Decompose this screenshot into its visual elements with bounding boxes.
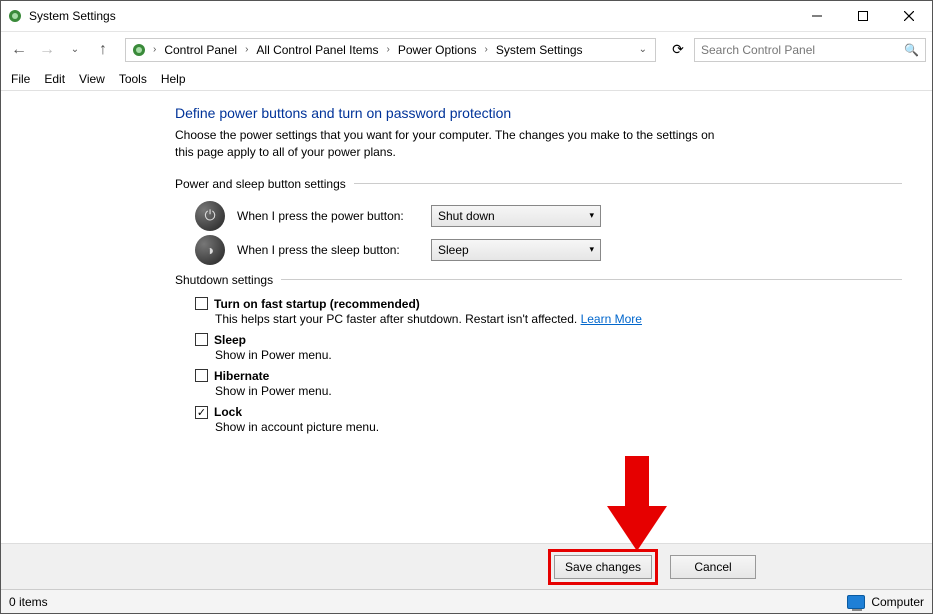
search-placeholder: Search Control Panel — [701, 43, 815, 57]
hibernate-label: Hibernate — [214, 369, 269, 383]
status-item-count: 0 items — [9, 595, 48, 609]
breadcrumb-icon — [130, 41, 148, 59]
menu-view[interactable]: View — [79, 72, 105, 86]
minimize-button[interactable] — [794, 1, 840, 31]
maximize-button[interactable] — [840, 1, 886, 31]
titlebar: System Settings — [1, 1, 932, 31]
save-highlight-annotation: Save changes — [548, 549, 658, 585]
chevron-right-icon: › — [150, 44, 159, 55]
fast-startup-desc: This helps start your PC faster after sh… — [215, 311, 902, 327]
chevron-down-icon: ▾ — [589, 210, 594, 221]
recent-dropdown[interactable]: ⌄ — [63, 38, 87, 62]
section-shutdown: Shutdown settings — [175, 273, 902, 287]
chevron-right-icon: › — [383, 44, 392, 55]
power-icon: ⏻ — [195, 201, 225, 231]
menu-tools[interactable]: Tools — [119, 72, 147, 86]
sleep-desc: Show in Power menu. — [215, 347, 902, 363]
fast-startup-checkbox[interactable] — [195, 297, 208, 310]
refresh-button[interactable]: ⟳ — [666, 38, 690, 62]
chevron-down-icon: ▾ — [589, 244, 594, 255]
breadcrumb-item[interactable]: All Control Panel Items — [253, 43, 381, 57]
page-heading: Define power buttons and turn on passwor… — [175, 105, 902, 121]
dropdown-value: Sleep — [438, 243, 469, 257]
footer-buttons: Save changes Cancel — [1, 543, 932, 589]
chevron-right-icon: › — [242, 44, 251, 55]
content-area: Define power buttons and turn on passwor… — [1, 91, 932, 543]
menu-edit[interactable]: Edit — [44, 72, 65, 86]
dropdown-value: Shut down — [438, 209, 495, 223]
sleep-checkbox[interactable] — [195, 333, 208, 346]
breadcrumb-item[interactable]: Power Options — [395, 43, 480, 57]
breadcrumb[interactable]: › Control Panel › All Control Panel Item… — [125, 38, 656, 62]
app-icon — [7, 8, 23, 24]
sleep-icon: ◑ — [195, 235, 225, 265]
page-description: Choose the power settings that you want … — [175, 127, 735, 161]
power-button-label: When I press the power button: — [237, 209, 419, 223]
hibernate-checkbox[interactable] — [195, 369, 208, 382]
breadcrumb-item[interactable]: Control Panel — [161, 43, 240, 57]
lock-desc: Show in account picture menu. — [215, 419, 902, 435]
breadcrumb-dropdown[interactable]: ⌄ — [639, 44, 647, 55]
fast-startup-label: Turn on fast startup (recommended) — [214, 297, 420, 311]
sleep-button-dropdown[interactable]: Sleep ▾ — [431, 239, 601, 261]
sleep-label: Sleep — [214, 333, 246, 347]
window-title: System Settings — [29, 9, 116, 23]
close-button[interactable] — [886, 1, 932, 31]
save-changes-button[interactable]: Save changes — [554, 555, 652, 579]
menu-help[interactable]: Help — [161, 72, 186, 86]
lock-checkbox[interactable]: ✓ — [195, 406, 208, 419]
breadcrumb-item[interactable]: System Settings — [493, 43, 586, 57]
statusbar: 0 items Computer — [1, 589, 932, 613]
up-button[interactable]: ↑ — [91, 38, 115, 62]
search-icon: 🔍 — [904, 43, 919, 57]
lock-label: Lock — [214, 405, 242, 419]
computer-icon — [847, 595, 865, 609]
status-computer-label: Computer — [871, 595, 924, 609]
menu-file[interactable]: File — [11, 72, 30, 86]
cancel-button[interactable]: Cancel — [670, 555, 756, 579]
section-label: Shutdown settings — [175, 273, 273, 287]
forward-button[interactable]: → — [35, 38, 59, 62]
navbar: ← → ⌄ ↑ › Control Panel › All Control Pa… — [1, 31, 932, 67]
hibernate-desc: Show in Power menu. — [215, 383, 902, 399]
back-button[interactable]: ← — [7, 38, 31, 62]
sleep-button-label: When I press the sleep button: — [237, 243, 419, 257]
chevron-right-icon: › — [482, 44, 491, 55]
section-label: Power and sleep button settings — [175, 177, 346, 191]
section-power-buttons: Power and sleep button settings — [175, 177, 902, 191]
power-button-dropdown[interactable]: Shut down ▾ — [431, 205, 601, 227]
learn-more-link[interactable]: Learn More — [581, 312, 642, 326]
menubar: File Edit View Tools Help — [1, 67, 932, 91]
search-input[interactable]: Search Control Panel 🔍 — [694, 38, 926, 62]
